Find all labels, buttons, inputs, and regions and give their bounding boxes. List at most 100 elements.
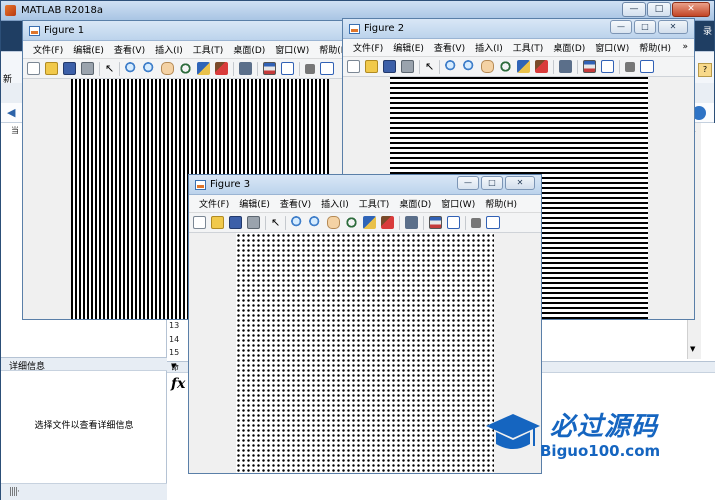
line-number: 14	[169, 334, 180, 344]
hide-tools-icon[interactable]	[471, 217, 481, 228]
show-tools-icon[interactable]	[320, 62, 334, 75]
print-icon[interactable]	[81, 62, 94, 75]
menu-window[interactable]: 窗口(W)	[595, 41, 629, 54]
close-button[interactable]: ✕	[672, 2, 710, 17]
close-button[interactable]: ✕	[658, 20, 688, 34]
figure-title-bar[interactable]: Figure 2 — □ ✕	[343, 19, 694, 39]
scroll-down-icon[interactable]: ▼	[690, 345, 695, 353]
minimize-button[interactable]: —	[457, 176, 479, 190]
pan-icon[interactable]	[481, 60, 494, 73]
figure-title-bar[interactable]: Figure 1	[23, 21, 371, 41]
detail-panel-title: 详细信息	[9, 362, 46, 372]
save-icon[interactable]	[383, 60, 396, 73]
colorbar-icon[interactable]	[429, 216, 442, 229]
legend-icon[interactable]	[601, 60, 614, 73]
brush-icon[interactable]	[215, 62, 228, 75]
edit-plot-icon[interactable]: ↖	[105, 62, 114, 75]
open-file-icon[interactable]	[211, 216, 224, 229]
zoom-out-icon[interactable]	[463, 60, 476, 73]
open-file-icon[interactable]	[365, 60, 378, 73]
menu-file[interactable]: 文件(F)	[199, 197, 229, 210]
link-plot-icon[interactable]	[559, 60, 572, 73]
back-arrow-icon[interactable]: ◀	[7, 106, 15, 119]
menu-overflow-icon[interactable]: »	[682, 42, 688, 52]
figure-menu-bar: 文件(F) 编辑(E) 查看(V) 插入(I) 工具(T) 桌面(D) 窗口(W…	[343, 39, 694, 57]
menu-insert[interactable]: 插入(I)	[155, 43, 183, 56]
save-icon[interactable]	[229, 216, 242, 229]
menu-help[interactable]: 帮助(H)	[485, 197, 517, 210]
minimize-button[interactable]: —	[622, 2, 646, 17]
edit-plot-icon[interactable]: ↖	[271, 216, 280, 229]
colorbar-icon[interactable]	[583, 60, 596, 73]
minimize-button[interactable]: —	[610, 20, 632, 34]
menu-insert[interactable]: 插入(I)	[475, 41, 503, 54]
dot-grid-image	[236, 233, 494, 473]
fx-icon[interactable]: fx	[171, 376, 185, 392]
menu-file[interactable]: 文件(F)	[33, 43, 63, 56]
hide-tools-icon[interactable]	[305, 63, 315, 74]
menu-window[interactable]: 窗口(W)	[275, 43, 309, 56]
figure-title-bar[interactable]: Figure 3 — □ ✕	[189, 175, 541, 195]
menu-tools[interactable]: 工具(T)	[193, 43, 224, 56]
ribbon-help-icon[interactable]: ?	[698, 63, 712, 77]
data-cursor-icon[interactable]	[517, 60, 530, 73]
print-icon[interactable]	[247, 216, 260, 229]
legend-icon[interactable]	[281, 62, 294, 75]
data-cursor-icon[interactable]	[363, 216, 376, 229]
brush-icon[interactable]	[381, 216, 394, 229]
menu-tools[interactable]: 工具(T)	[513, 41, 544, 54]
show-tools-icon[interactable]	[486, 216, 500, 229]
menu-tools[interactable]: 工具(T)	[359, 197, 390, 210]
toolbar-separator	[233, 61, 234, 76]
figure-toolbar: ↖	[343, 57, 694, 77]
ribbon-label: 录	[702, 27, 712, 37]
zoom-out-icon[interactable]	[143, 62, 156, 75]
menu-file[interactable]: 文件(F)	[353, 41, 383, 54]
brush-icon[interactable]	[535, 60, 548, 73]
menu-desktop[interactable]: 桌面(D)	[553, 41, 585, 54]
legend-icon[interactable]	[447, 216, 460, 229]
maximize-button[interactable]: □	[481, 176, 503, 190]
edit-plot-icon[interactable]: ↖	[425, 60, 434, 73]
zoom-out-icon[interactable]	[309, 216, 322, 229]
zoom-in-icon[interactable]	[291, 216, 304, 229]
link-plot-icon[interactable]	[239, 62, 252, 75]
zoom-in-icon[interactable]	[125, 62, 138, 75]
new-figure-icon[interactable]	[27, 62, 40, 75]
colorbar-icon[interactable]	[263, 62, 276, 75]
hide-tools-icon[interactable]	[625, 61, 635, 72]
rotate-3d-icon[interactable]	[345, 216, 358, 229]
new-figure-icon[interactable]	[193, 216, 206, 229]
zoom-in-icon[interactable]	[445, 60, 458, 73]
menu-edit[interactable]: 编辑(E)	[239, 197, 270, 210]
save-icon[interactable]	[63, 62, 76, 75]
menu-desktop[interactable]: 桌面(D)	[399, 197, 431, 210]
link-plot-icon[interactable]	[405, 216, 418, 229]
menu-edit[interactable]: 编辑(E)	[73, 43, 104, 56]
rotate-3d-icon[interactable]	[499, 60, 512, 73]
menu-view[interactable]: 查看(V)	[434, 41, 465, 54]
open-file-icon[interactable]	[45, 62, 58, 75]
rotate-3d-icon[interactable]	[179, 62, 192, 75]
toolbar-separator	[465, 215, 466, 230]
figure-menu-bar: 文件(F) 编辑(E) 查看(V) 插入(I) 工具(T) 桌面(D) 窗口(W…	[23, 41, 371, 59]
show-tools-icon[interactable]	[640, 60, 654, 73]
menu-desktop[interactable]: 桌面(D)	[233, 43, 265, 56]
menu-view[interactable]: 查看(V)	[280, 197, 311, 210]
menu-window[interactable]: 窗口(W)	[441, 197, 475, 210]
data-cursor-icon[interactable]	[197, 62, 210, 75]
line-number: 15	[169, 348, 180, 357]
maximize-button[interactable]: □	[647, 2, 671, 17]
menu-edit[interactable]: 编辑(E)	[393, 41, 424, 54]
menu-view[interactable]: 查看(V)	[114, 43, 145, 56]
new-figure-icon[interactable]	[347, 60, 360, 73]
detail-footer-handle[interactable]: ||||·	[9, 487, 20, 497]
figure-menu-bar: 文件(F) 编辑(E) 查看(V) 插入(I) 工具(T) 桌面(D) 窗口(W…	[189, 195, 541, 213]
pan-icon[interactable]	[161, 62, 174, 75]
menu-insert[interactable]: 插入(I)	[321, 197, 349, 210]
print-icon[interactable]	[401, 60, 414, 73]
pan-icon[interactable]	[327, 216, 340, 229]
menu-help[interactable]: 帮助(H)	[639, 41, 671, 54]
maximize-button[interactable]: □	[634, 20, 656, 34]
close-button[interactable]: ✕	[505, 176, 535, 190]
